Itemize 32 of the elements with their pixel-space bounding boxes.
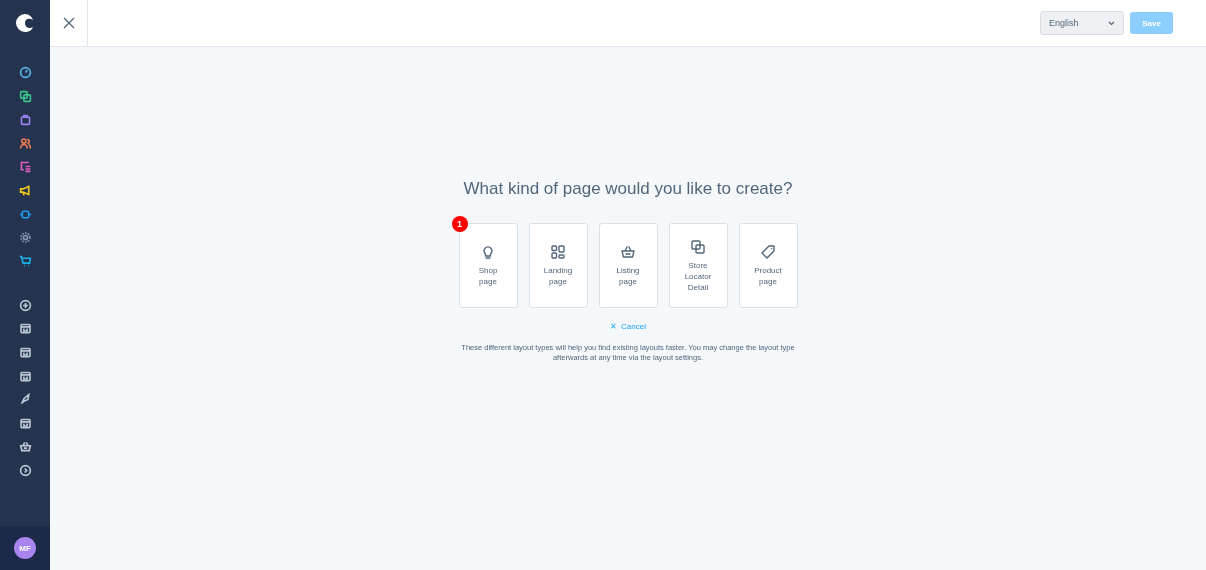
plus-icon[interactable]: [18, 298, 32, 312]
copy-icon: [690, 238, 706, 255]
users-icon[interactable]: [18, 136, 32, 150]
language-select[interactable]: English: [1040, 11, 1124, 35]
store-icon[interactable]: [18, 322, 32, 336]
basket-icon: [620, 244, 636, 260]
notification-badge: 1: [451, 216, 468, 232]
plug-icon[interactable]: [18, 207, 32, 221]
caret-icon: [1108, 20, 1115, 26]
gear-icon[interactable]: [18, 231, 32, 245]
chevron-icon[interactable]: [18, 463, 32, 477]
grid-icon: [550, 244, 566, 260]
tag-icon: [760, 244, 776, 260]
copy-icon[interactable]: [18, 89, 32, 103]
store-icon[interactable]: [18, 369, 32, 383]
page-heading: What kind of page would you like to create?: [463, 179, 793, 199]
store-icon[interactable]: [18, 345, 32, 359]
page-type-card[interactable]: Store Locator Detail: [668, 223, 728, 308]
page-type-card[interactable]: Listing page: [598, 223, 658, 308]
bulb-icon: [480, 244, 496, 260]
close-icon: [61, 16, 76, 30]
megaphone-icon[interactable]: [18, 183, 32, 197]
list-icon[interactable]: [18, 160, 32, 174]
page-type-card[interactable]: Product page: [738, 223, 798, 308]
bag-icon[interactable]: [18, 113, 32, 127]
store-icon[interactable]: [18, 416, 32, 430]
logo-icon[interactable]: [15, 13, 35, 33]
cart-icon[interactable]: [18, 254, 32, 268]
page-type-card[interactable]: Landing page: [528, 223, 588, 308]
basket-icon[interactable]: [18, 440, 32, 454]
rocket-icon[interactable]: [18, 393, 32, 407]
gauge-icon[interactable]: [18, 66, 32, 79]
